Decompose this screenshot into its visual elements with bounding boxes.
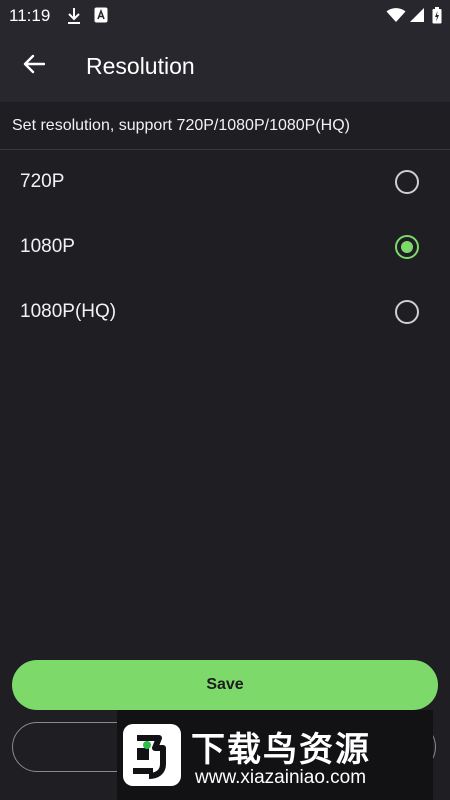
wifi-icon <box>386 7 406 28</box>
page-title: Resolution <box>86 53 195 79</box>
option-label: 1080P(HQ) <box>20 301 117 322</box>
a-badge-icon <box>94 7 108 28</box>
back-button[interactable] <box>14 46 54 86</box>
app-bar: Resolution <box>0 32 450 102</box>
signal-icon <box>409 7 425 28</box>
arrow-left-icon <box>23 54 46 79</box>
watermark: 下载鸟资源 www.xiazainiao.com <box>117 710 433 800</box>
option-1080p[interactable]: 1080P <box>0 215 450 279</box>
option-label: 720P <box>20 171 65 192</box>
hint-text: Set resolution, support 720P/1080P/1080P… <box>12 116 350 134</box>
status-time: 11:19 <box>9 6 51 25</box>
watermark-url: www.xiazainiao.com <box>195 767 367 788</box>
option-1080p-hq[interactable]: 1080P(HQ) <box>0 280 450 344</box>
option-label: 1080P <box>20 236 75 257</box>
watermark-title: 下载鸟资源 <box>191 731 371 769</box>
radio-button[interactable] <box>395 300 419 324</box>
download-icon <box>66 7 82 30</box>
battery-icon <box>432 7 442 29</box>
radio-button[interactable] <box>395 170 419 194</box>
option-720p[interactable]: 720P <box>0 150 450 214</box>
save-button[interactable]: Save <box>12 660 438 710</box>
bird-logo-icon <box>123 724 181 786</box>
hint-bar: Set resolution, support 720P/1080P/1080P… <box>0 102 450 150</box>
status-bar: 11:19 <box>0 0 450 32</box>
radio-button[interactable] <box>395 235 419 259</box>
